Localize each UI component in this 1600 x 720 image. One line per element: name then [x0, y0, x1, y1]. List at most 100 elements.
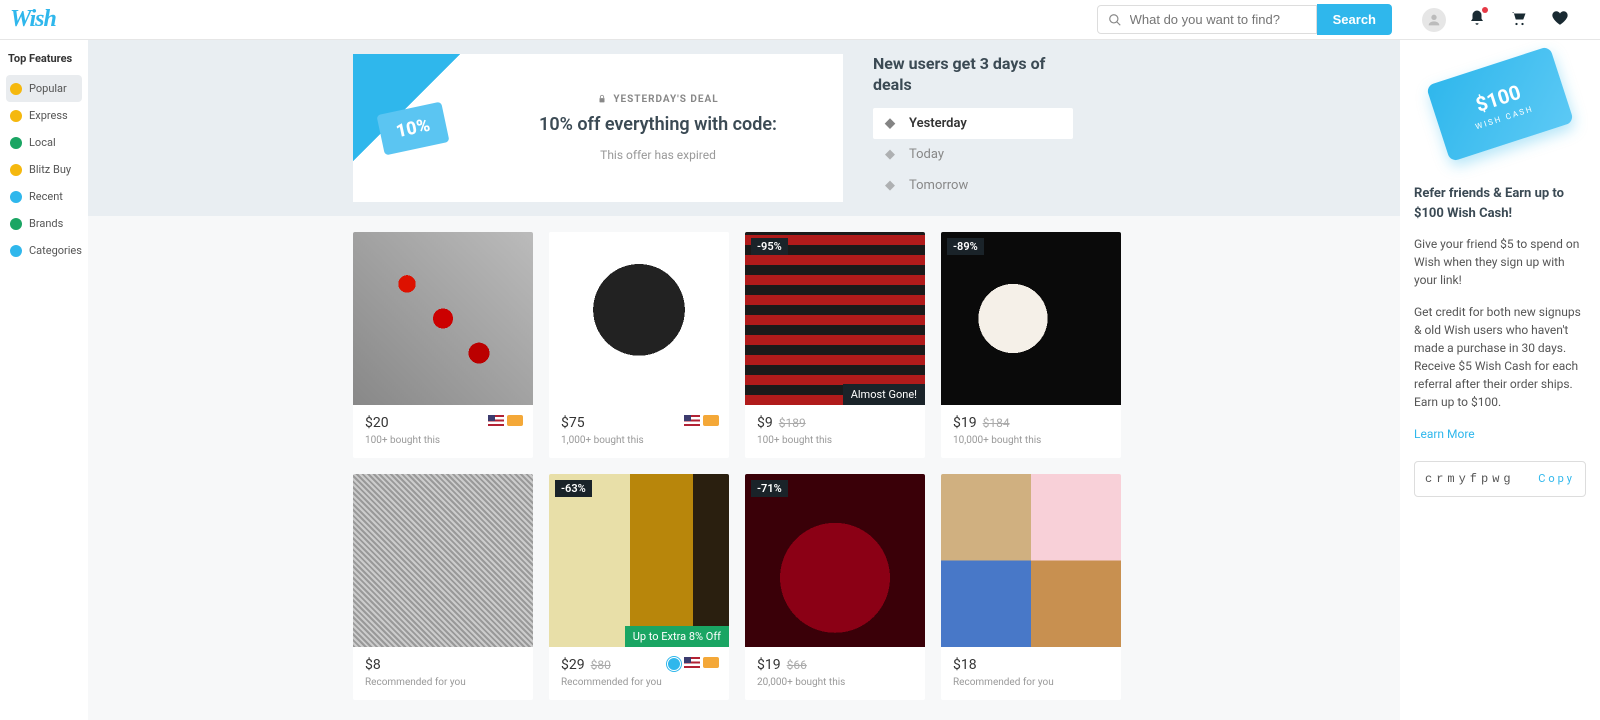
product-card[interactable]: -95% Almost Gone!$9$189100+ bought this — [745, 232, 925, 458]
learn-more-link[interactable]: Learn More — [1414, 425, 1586, 443]
avatar-icon[interactable] — [1422, 8, 1446, 32]
truck-icon — [507, 415, 523, 426]
product-price: $8 — [365, 657, 381, 673]
deal-tab-yesterday[interactable]: ◆ Yesterday — [873, 108, 1073, 139]
header-icons — [1422, 8, 1570, 32]
sidebar-item-label: Blitz Buy — [29, 163, 71, 176]
product-card[interactable]: $8 Recommended for you — [353, 474, 533, 700]
copy-button[interactable]: Copy — [1538, 471, 1575, 488]
product-info: $9$189100+ bought this — [745, 405, 925, 458]
discount-badge: -95% — [751, 238, 788, 255]
product-image — [549, 232, 729, 405]
sidebar-item-brands[interactable]: Brands — [6, 210, 82, 237]
referral-code-box: crmyfpwg Copy — [1414, 461, 1586, 497]
product-info: $19$66 20,000+ bought this — [745, 647, 925, 700]
product-meta: Recommended for you — [561, 677, 717, 688]
sidebar-item-label: Recent — [29, 190, 63, 203]
product-image — [353, 474, 533, 647]
notification-dot — [1482, 7, 1488, 13]
product-meta: Recommended for you — [365, 677, 521, 688]
product-info: $75 1,000+ bought this — [549, 405, 729, 458]
product-info: $19$18410,000+ bought this — [941, 405, 1121, 458]
product-price: $75 — [561, 415, 585, 431]
sidebar-icon — [10, 137, 22, 149]
deal-tab-icon: ◆ — [885, 116, 899, 130]
deal-tab-label: Today — [909, 147, 944, 162]
product-info: $29$80Recommended for you — [549, 647, 729, 700]
product-card[interactable]: -63% Up to Extra 8% Off$29$80Recommended … — [549, 474, 729, 700]
sidebar: Top Features PopularExpressLocalBlitz Bu… — [0, 40, 88, 720]
truck-icon — [703, 657, 719, 668]
sidebar-item-label: Popular — [29, 82, 67, 95]
sidebar-icon — [10, 218, 22, 230]
deal-tab-icon: ◆ — [885, 178, 899, 192]
deal-card[interactable]: 10% YESTERDAY'S DEAL 10% off everything … — [353, 54, 843, 202]
sidebar-item-popular[interactable]: Popular — [6, 75, 82, 102]
search-wrap: Search — [1097, 4, 1392, 35]
product-card[interactable]: -89%$19$18410,000+ bought this — [941, 232, 1121, 458]
deal-expired: This offer has expired — [493, 148, 823, 162]
product-price: $19 — [953, 415, 977, 431]
extra-discount-badge: Up to Extra 8% Off — [625, 626, 729, 647]
us-flag-icon — [488, 415, 504, 426]
product-price: $9 — [757, 415, 773, 431]
stock-badge: Almost Gone! — [843, 384, 925, 405]
product-info: $20 100+ bought this — [353, 405, 533, 458]
us-flag-icon — [684, 657, 700, 668]
sidebar-icon — [10, 110, 22, 122]
sidebar-icon — [10, 83, 22, 95]
product-price: $18 — [953, 657, 977, 673]
layout: Top Features PopularExpressLocalBlitz Bu… — [0, 40, 1600, 720]
sidebar-item-label: Local — [29, 136, 56, 149]
discount-badge: -63% — [555, 480, 592, 497]
deal-tab-icon: ◆ — [885, 147, 899, 161]
sidebar-item-categories[interactable]: Categories — [6, 237, 82, 264]
product-card[interactable]: $20 100+ bought this — [353, 232, 533, 458]
product-image — [941, 474, 1121, 647]
deal-tab-label: Yesterday — [909, 116, 967, 131]
product-price: $29 — [561, 657, 585, 673]
deal-tab-today[interactable]: ◆ Today — [873, 139, 1073, 170]
product-image: -63% Up to Extra 8% Off — [549, 474, 729, 647]
product-info: $18 Recommended for you — [941, 647, 1121, 700]
search-box[interactable] — [1097, 5, 1317, 34]
refer-title: Refer friends & Earn up to $100 Wish Cas… — [1414, 184, 1586, 223]
product-meta: 1,000+ bought this — [561, 435, 717, 446]
sidebar-item-label: Express — [29, 109, 68, 122]
wishlist-icon[interactable] — [1550, 9, 1570, 31]
search-input[interactable] — [1130, 12, 1306, 27]
price-row: $9$189 — [757, 415, 913, 431]
deal-content: YESTERDAY'S DEAL 10% off everything with… — [473, 94, 843, 162]
deals-side: New users get 3 days of deals ◆Yesterday… — [873, 54, 1073, 201]
sidebar-item-local[interactable]: Local — [6, 129, 82, 156]
shipping-flags — [684, 415, 719, 426]
product-meta: Recommended for you — [953, 677, 1109, 688]
product-grid: $20 100+ bought this $75 1,000+ bought this… — [88, 216, 1400, 716]
product-card[interactable]: $18 Recommended for you — [941, 474, 1121, 700]
main: 10% YESTERDAY'S DEAL 10% off everything … — [88, 40, 1400, 720]
sidebar-item-recent[interactable]: Recent — [6, 183, 82, 210]
notifications-icon[interactable] — [1468, 9, 1486, 31]
promo-row: 10% YESTERDAY'S DEAL 10% off everything … — [88, 40, 1400, 216]
logo[interactable]: Wish — [10, 6, 56, 33]
search-button[interactable]: Search — [1317, 4, 1392, 35]
product-meta: 100+ bought this — [365, 435, 521, 446]
price-row: $18 — [953, 657, 1109, 673]
discount-badge: -89% — [947, 238, 984, 255]
sidebar-item-express[interactable]: Express — [6, 102, 82, 129]
sidebar-item-label: Brands — [29, 217, 63, 230]
deal-tab-tomorrow[interactable]: ◆Tomorrow — [873, 170, 1073, 201]
product-original-price: $184 — [983, 416, 1010, 430]
product-meta: 20,000+ bought this — [757, 677, 913, 688]
deal-ticket-wrap: 10% — [353, 54, 473, 202]
price-row: $19$66 — [757, 657, 913, 673]
product-card[interactable]: -71% $19$66 20,000+ bought this — [745, 474, 925, 700]
discount-badge: -71% — [751, 480, 788, 497]
product-price: $19 — [757, 657, 781, 673]
cart-icon[interactable] — [1508, 9, 1528, 31]
product-card[interactable]: $75 1,000+ bought this — [549, 232, 729, 458]
sidebar-item-blitz-buy[interactable]: Blitz Buy — [6, 156, 82, 183]
sidebar-item-label: Categories — [29, 244, 82, 257]
product-price: $20 — [365, 415, 389, 431]
sidebar-icon — [10, 164, 22, 176]
